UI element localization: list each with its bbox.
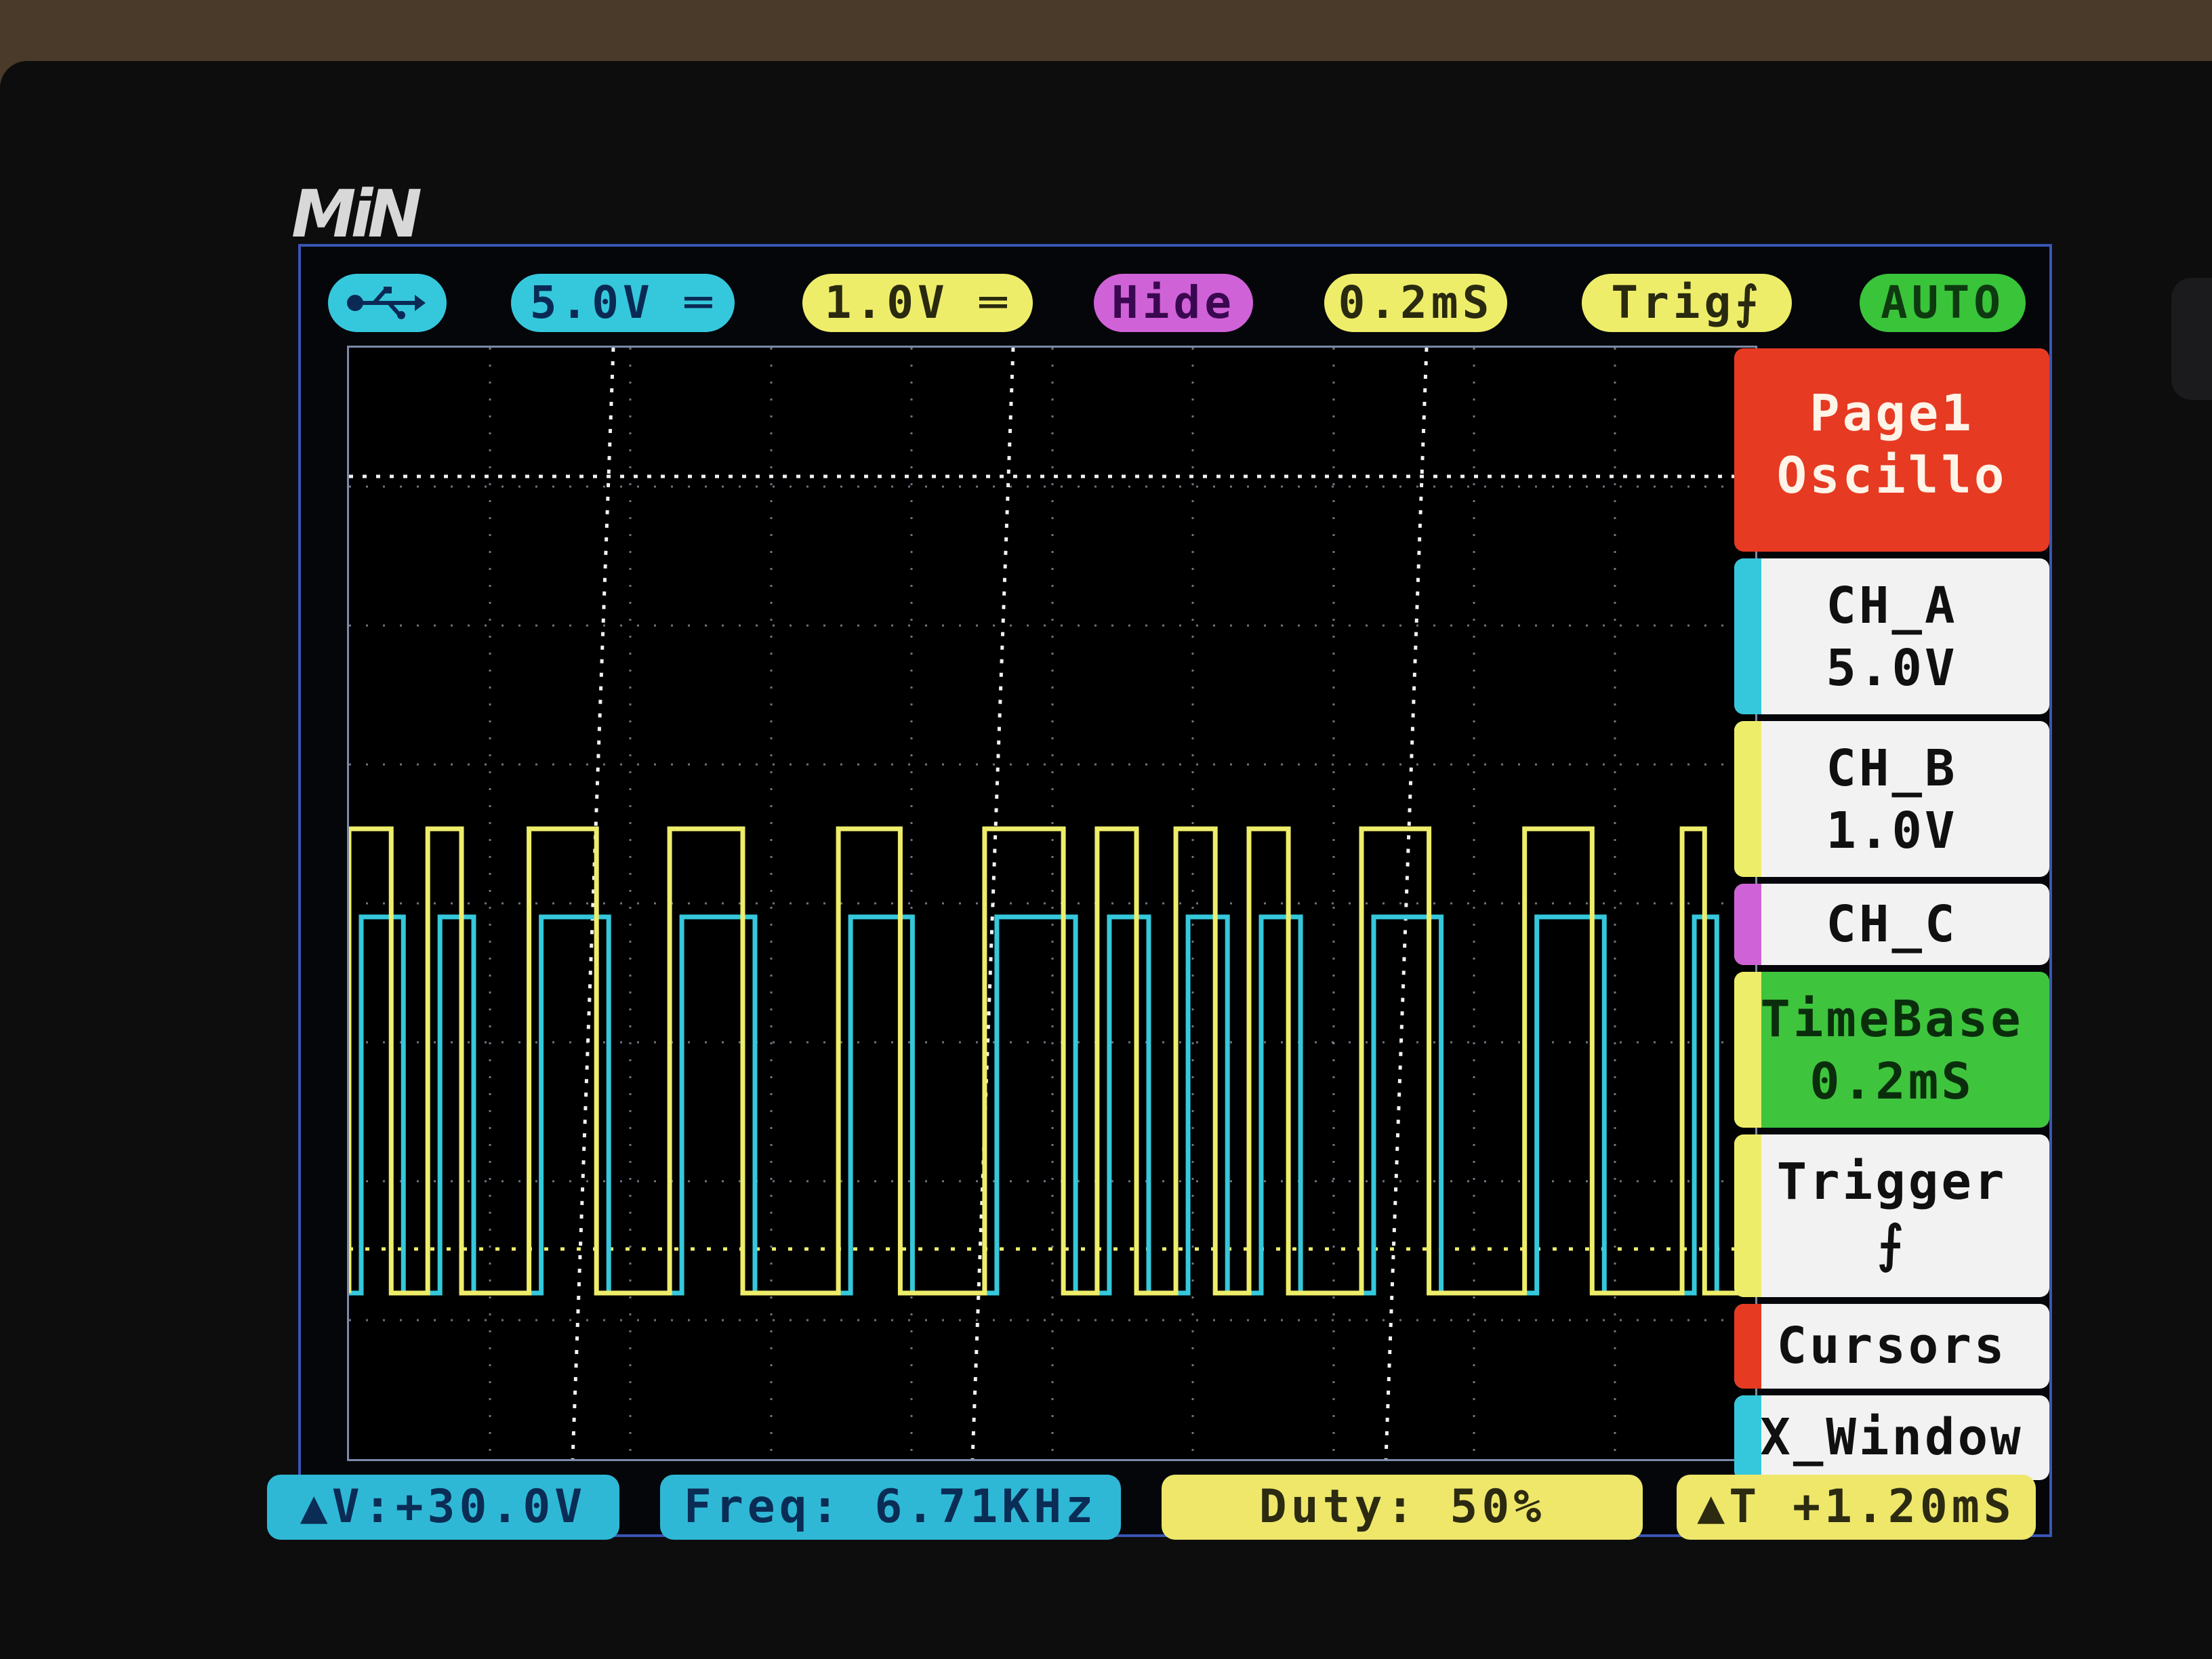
cursor-line-v3 bbox=[1384, 348, 1429, 1459]
ch-c-color-stripe bbox=[1734, 884, 1761, 965]
menu-ch-b-label: CH_B bbox=[1826, 739, 1958, 798]
menu-x-window[interactable]: X_Window bbox=[1734, 1395, 2049, 1480]
trigger-edge-icon: ⨍ bbox=[1877, 1215, 1906, 1273]
menu-ch-b-value: 1.0V bbox=[1826, 802, 1958, 860]
ch-b-color-stripe bbox=[1734, 721, 1761, 877]
timebase-badge[interactable]: 0.2mS bbox=[1324, 274, 1507, 332]
usb-icon bbox=[346, 287, 426, 319]
brand-logo: MiN bbox=[291, 176, 422, 252]
menu-ch-c[interactable]: CH_C bbox=[1734, 884, 2049, 965]
menu-timebase-value: 0.2mS bbox=[1809, 1052, 1974, 1111]
delta-t-readout: ▲T +1.20mS bbox=[1677, 1475, 2036, 1540]
menu-trigger-label: Trigger bbox=[1776, 1153, 2007, 1211]
menu-page-mode: Oscillo bbox=[1776, 447, 2007, 505]
delta-v-readout: ▲V:+30.0V bbox=[267, 1475, 619, 1540]
menu-ch-b[interactable]: CH_B 1.0V bbox=[1734, 721, 2049, 877]
side-knob bbox=[2171, 278, 2212, 400]
waveform-canvas bbox=[349, 348, 1755, 1459]
frequency-readout: Freq: 6.71KHz bbox=[660, 1475, 1121, 1540]
trigger-color-stripe bbox=[1734, 1134, 1761, 1297]
x-window-color-stripe bbox=[1734, 1395, 1761, 1480]
menu-cursors-label: Cursors bbox=[1776, 1317, 2007, 1375]
usb-indicator[interactable] bbox=[328, 274, 447, 332]
menu-page-label: Page1 bbox=[1809, 384, 1974, 443]
ch-b-scale-badge[interactable]: 1.0V ═ bbox=[802, 274, 1033, 332]
ch-c-state-badge[interactable]: Hide bbox=[1094, 274, 1253, 332]
timebase-color-stripe bbox=[1734, 972, 1761, 1128]
menu-page-oscillo[interactable]: Page1 Oscillo bbox=[1734, 348, 2049, 552]
menu-timebase[interactable]: TimeBase 0.2mS bbox=[1734, 972, 2049, 1128]
menu-x-window-label: X_Window bbox=[1760, 1408, 2024, 1467]
side-menu: Page1 Oscillo CH_A 5.0V CH_B 1.0V CH_C T… bbox=[1734, 348, 2049, 1480]
cursors-color-stripe bbox=[1734, 1304, 1761, 1389]
menu-trigger[interactable]: Trigger ⨍ bbox=[1734, 1134, 2049, 1297]
menu-ch-a-label: CH_A bbox=[1826, 577, 1958, 635]
trigger-badge[interactable]: Trig⨍ bbox=[1582, 274, 1792, 332]
menu-cursors[interactable]: Cursors bbox=[1734, 1304, 2049, 1389]
duty-readout: Duty: 50% bbox=[1162, 1475, 1643, 1540]
menu-ch-a-value: 5.0V bbox=[1826, 639, 1958, 697]
ch-a-waveform bbox=[349, 914, 1755, 1296]
menu-ch-a[interactable]: CH_A 5.0V bbox=[1734, 558, 2049, 714]
menu-timebase-label: TimeBase bbox=[1760, 990, 2024, 1048]
waveform-display[interactable] bbox=[347, 346, 1757, 1461]
menu-ch-c-label: CH_C bbox=[1826, 895, 1958, 954]
lcd-screen: 5.0V ═ 1.0V ═ Hide 0.2mS Trig⨍ AUTO Page… bbox=[267, 244, 2052, 1540]
mode-badge[interactable]: AUTO bbox=[1860, 274, 2026, 332]
ch-a-scale-badge[interactable]: 5.0V ═ bbox=[511, 274, 735, 332]
ch-a-color-stripe bbox=[1734, 558, 1761, 714]
